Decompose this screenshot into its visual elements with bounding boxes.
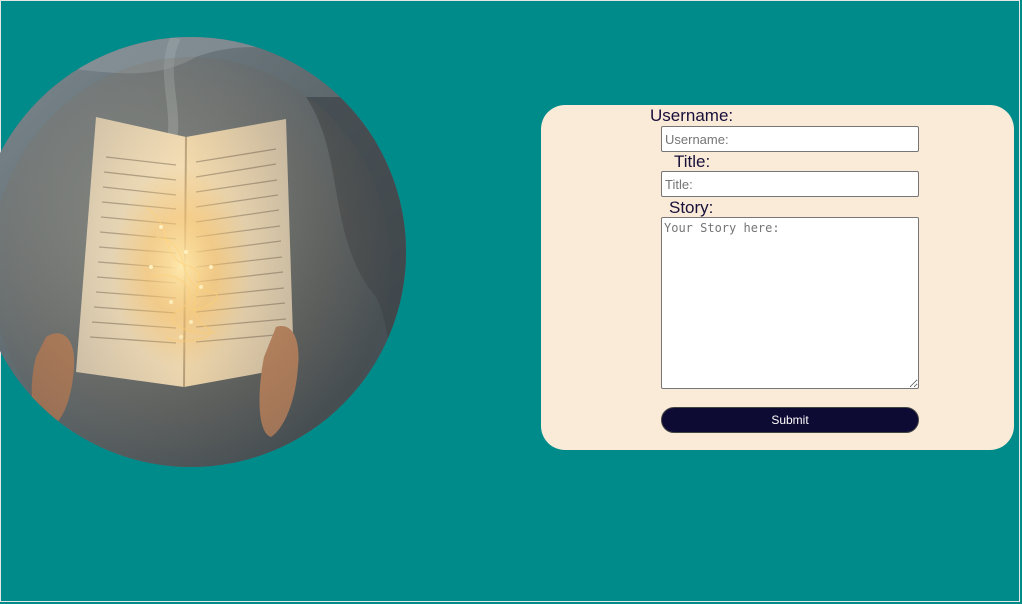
title-input[interactable] (661, 171, 919, 197)
story-textarea[interactable] (661, 217, 919, 389)
username-label: Username: (650, 106, 734, 125)
book-photo-illustration (0, 37, 406, 467)
story-form-card: Username: Title: Story: Submit (541, 105, 1014, 450)
title-label: Title: (674, 152, 711, 171)
submit-button[interactable]: Submit (661, 407, 919, 433)
hero-image (0, 37, 406, 467)
story-label: Story: (669, 198, 714, 217)
username-input[interactable] (661, 126, 919, 152)
